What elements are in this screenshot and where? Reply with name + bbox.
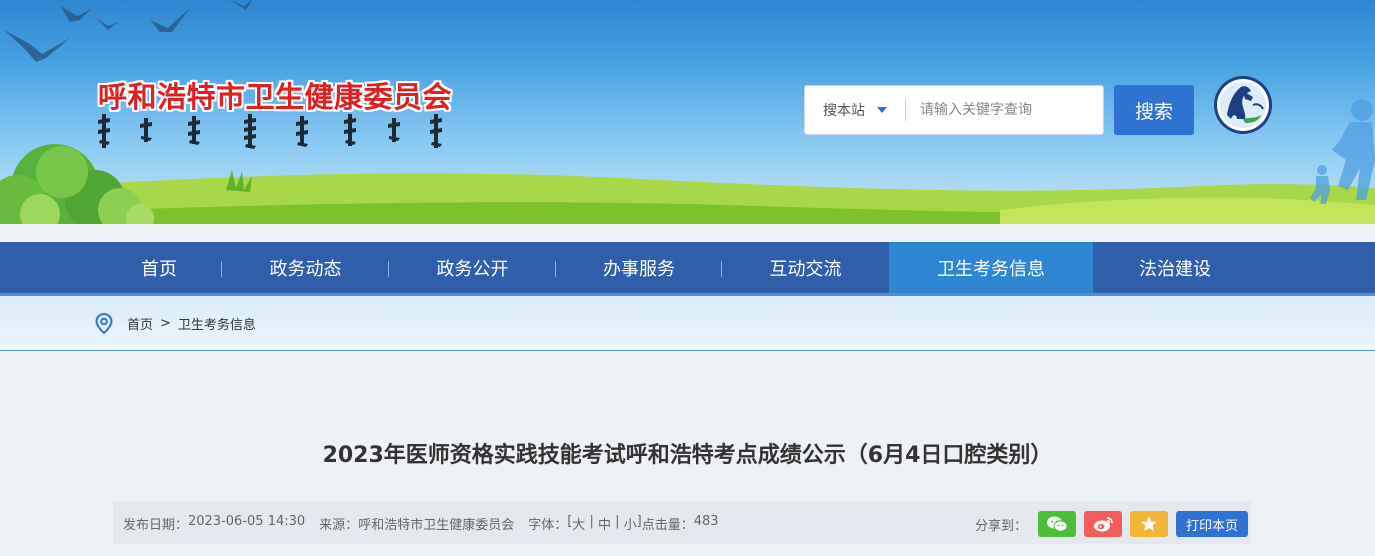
share-weibo-button[interactable]	[1084, 511, 1123, 537]
breadcrumb-separator: >	[160, 316, 171, 331]
breadcrumb-bar: 首页 > 卫生考务信息	[0, 296, 1375, 351]
article-meta-bar: 发布日期： 2023-06-05 14:30 来源： 呼和浩特市卫生健康委员会 …	[113, 501, 1251, 544]
share-label: 分享到：	[975, 518, 1028, 534]
wechat-icon	[1047, 516, 1068, 532]
share-tools: 分享到： 打印本页	[975, 511, 1249, 537]
print-button[interactable]: 打印本页	[1176, 511, 1249, 537]
font-size-sep: |	[585, 514, 598, 529]
views-count: 483	[693, 514, 719, 529]
source-value: 呼和浩特市卫生健康委员会	[358, 518, 515, 533]
breadcrumb-current-link[interactable]: 卫生考务信息	[178, 314, 256, 333]
search-input[interactable]	[906, 88, 1091, 132]
site-title: 呼和浩特市卫生健康委员会	[98, 80, 453, 114]
nav-item-disclosure[interactable]: 政务公开	[389, 242, 556, 293]
horse-emblem-icon	[1214, 76, 1272, 134]
breadcrumb-home-link[interactable]: 首页	[127, 314, 153, 333]
nav-item-exam-info[interactable]: 卫生考务信息	[889, 242, 1093, 293]
font-size-sep: |	[610, 514, 624, 529]
article-meta: 发布日期： 2023-06-05 14:30 来源： 呼和浩特市卫生健康委员会 …	[123, 514, 719, 533]
header-gap	[0, 224, 1375, 242]
location-pin-icon	[95, 313, 113, 334]
font-size-medium[interactable]: 中	[598, 514, 611, 533]
article-title: 2023年医师资格实践技能考试呼和浩特考点成绩公示（6月4日口腔类别）	[322, 443, 1053, 468]
search-scope-dropdown[interactable]: 搜本站	[805, 100, 905, 120]
font-size-label: 字体：	[528, 518, 568, 533]
header-banner: 呼和浩特市卫生健康委员会 搜本站 搜索	[0, 0, 1375, 224]
search-box: 搜本站	[804, 85, 1104, 135]
source-label: 来源：	[319, 518, 359, 533]
font-size-small[interactable]: 小	[624, 514, 637, 533]
nav-item-interaction[interactable]: 互动交流	[722, 242, 889, 293]
share-wechat-button[interactable]	[1038, 511, 1077, 537]
publish-date-label: 发布日期：	[123, 518, 189, 533]
nav-item-services[interactable]: 办事服务	[556, 242, 722, 293]
chevron-down-icon	[877, 107, 887, 113]
share-favorite-button[interactable]	[1130, 511, 1169, 537]
main-nav: 首页 政务动态 政务公开 办事服务 互动交流 卫生考务信息 法治建设	[0, 242, 1375, 296]
mongolian-script-logo	[98, 114, 442, 149]
search-scope-label: 搜本站	[823, 102, 865, 118]
breadcrumb: 首页 > 卫生考务信息	[95, 313, 256, 334]
search-button[interactable]: 搜索	[1114, 85, 1194, 135]
weibo-icon	[1094, 517, 1113, 532]
star-icon	[1141, 516, 1157, 531]
views-label: 点击量：	[641, 518, 694, 533]
publish-date: 2023-06-05 14:30	[188, 514, 306, 529]
nav-item-home[interactable]: 首页	[96, 242, 222, 293]
font-size-large[interactable]: 大	[572, 514, 585, 533]
nav-item-news[interactable]: 政务动态	[222, 242, 389, 293]
nav-item-legal[interactable]: 法治建设	[1093, 242, 1257, 293]
